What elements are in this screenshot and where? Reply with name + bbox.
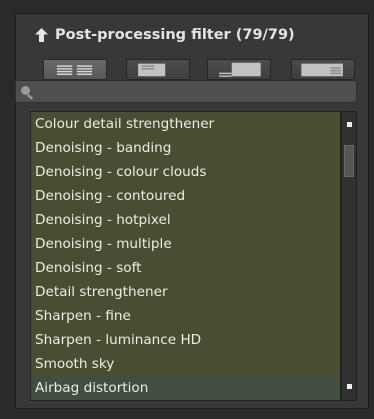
panel-title: Post-processing filter (79/79) — [55, 27, 295, 43]
up-arrow-icon[interactable] — [35, 28, 48, 42]
search-input[interactable] — [38, 81, 348, 102]
grid-view-button[interactable] — [43, 59, 107, 80]
filter-list-item[interactable]: Detail strengthener — [31, 280, 340, 304]
filter-list-item[interactable]: Denoising - banding — [31, 136, 340, 160]
filter-list-item[interactable]: Denoising - contoured — [31, 184, 340, 208]
thumbnail-view-icon — [138, 63, 166, 77]
filter-list-item[interactable]: Denoising - colour clouds — [31, 160, 340, 184]
search-icon — [19, 84, 37, 100]
list-scrollbar[interactable] — [341, 111, 357, 401]
thumbnail-bottom-caption-view-icon — [219, 62, 261, 77]
filter-list-item[interactable]: Airbag distortion — [31, 376, 340, 400]
thumbnail-view-button[interactable] — [126, 59, 190, 80]
filter-list-item[interactable]: Denoising - hotpixel — [31, 208, 340, 232]
thumbnail-right-caption-view-icon — [301, 63, 343, 77]
thumbnail-right-caption-view-button[interactable] — [291, 59, 355, 80]
scroll-down-icon[interactable] — [344, 380, 354, 394]
filter-list-item[interactable]: Sharpen - fine — [31, 304, 340, 328]
scroll-thumb[interactable] — [344, 145, 354, 177]
filter-list-item[interactable]: Denoising - soft — [31, 256, 340, 280]
panel-header[interactable]: Post-processing filter (79/79) — [35, 27, 295, 43]
scroll-up-icon[interactable] — [344, 118, 354, 132]
filter-list-item[interactable]: Colour detail strengthener — [31, 112, 340, 136]
filter-list-item[interactable]: Smooth sky — [31, 352, 340, 376]
filter-list-item[interactable]: Sharpen - luminance HD — [31, 328, 340, 352]
filter-list-item[interactable]: Denoising - multiple — [31, 232, 340, 256]
thumbnail-bottom-caption-view-button[interactable] — [207, 59, 271, 80]
search-box[interactable] — [15, 80, 357, 103]
filter-list: Colour detail strengthener Denoising - ba… — [30, 111, 341, 401]
grid-view-icon — [56, 65, 93, 76]
view-mode-toolbar — [16, 59, 368, 81]
